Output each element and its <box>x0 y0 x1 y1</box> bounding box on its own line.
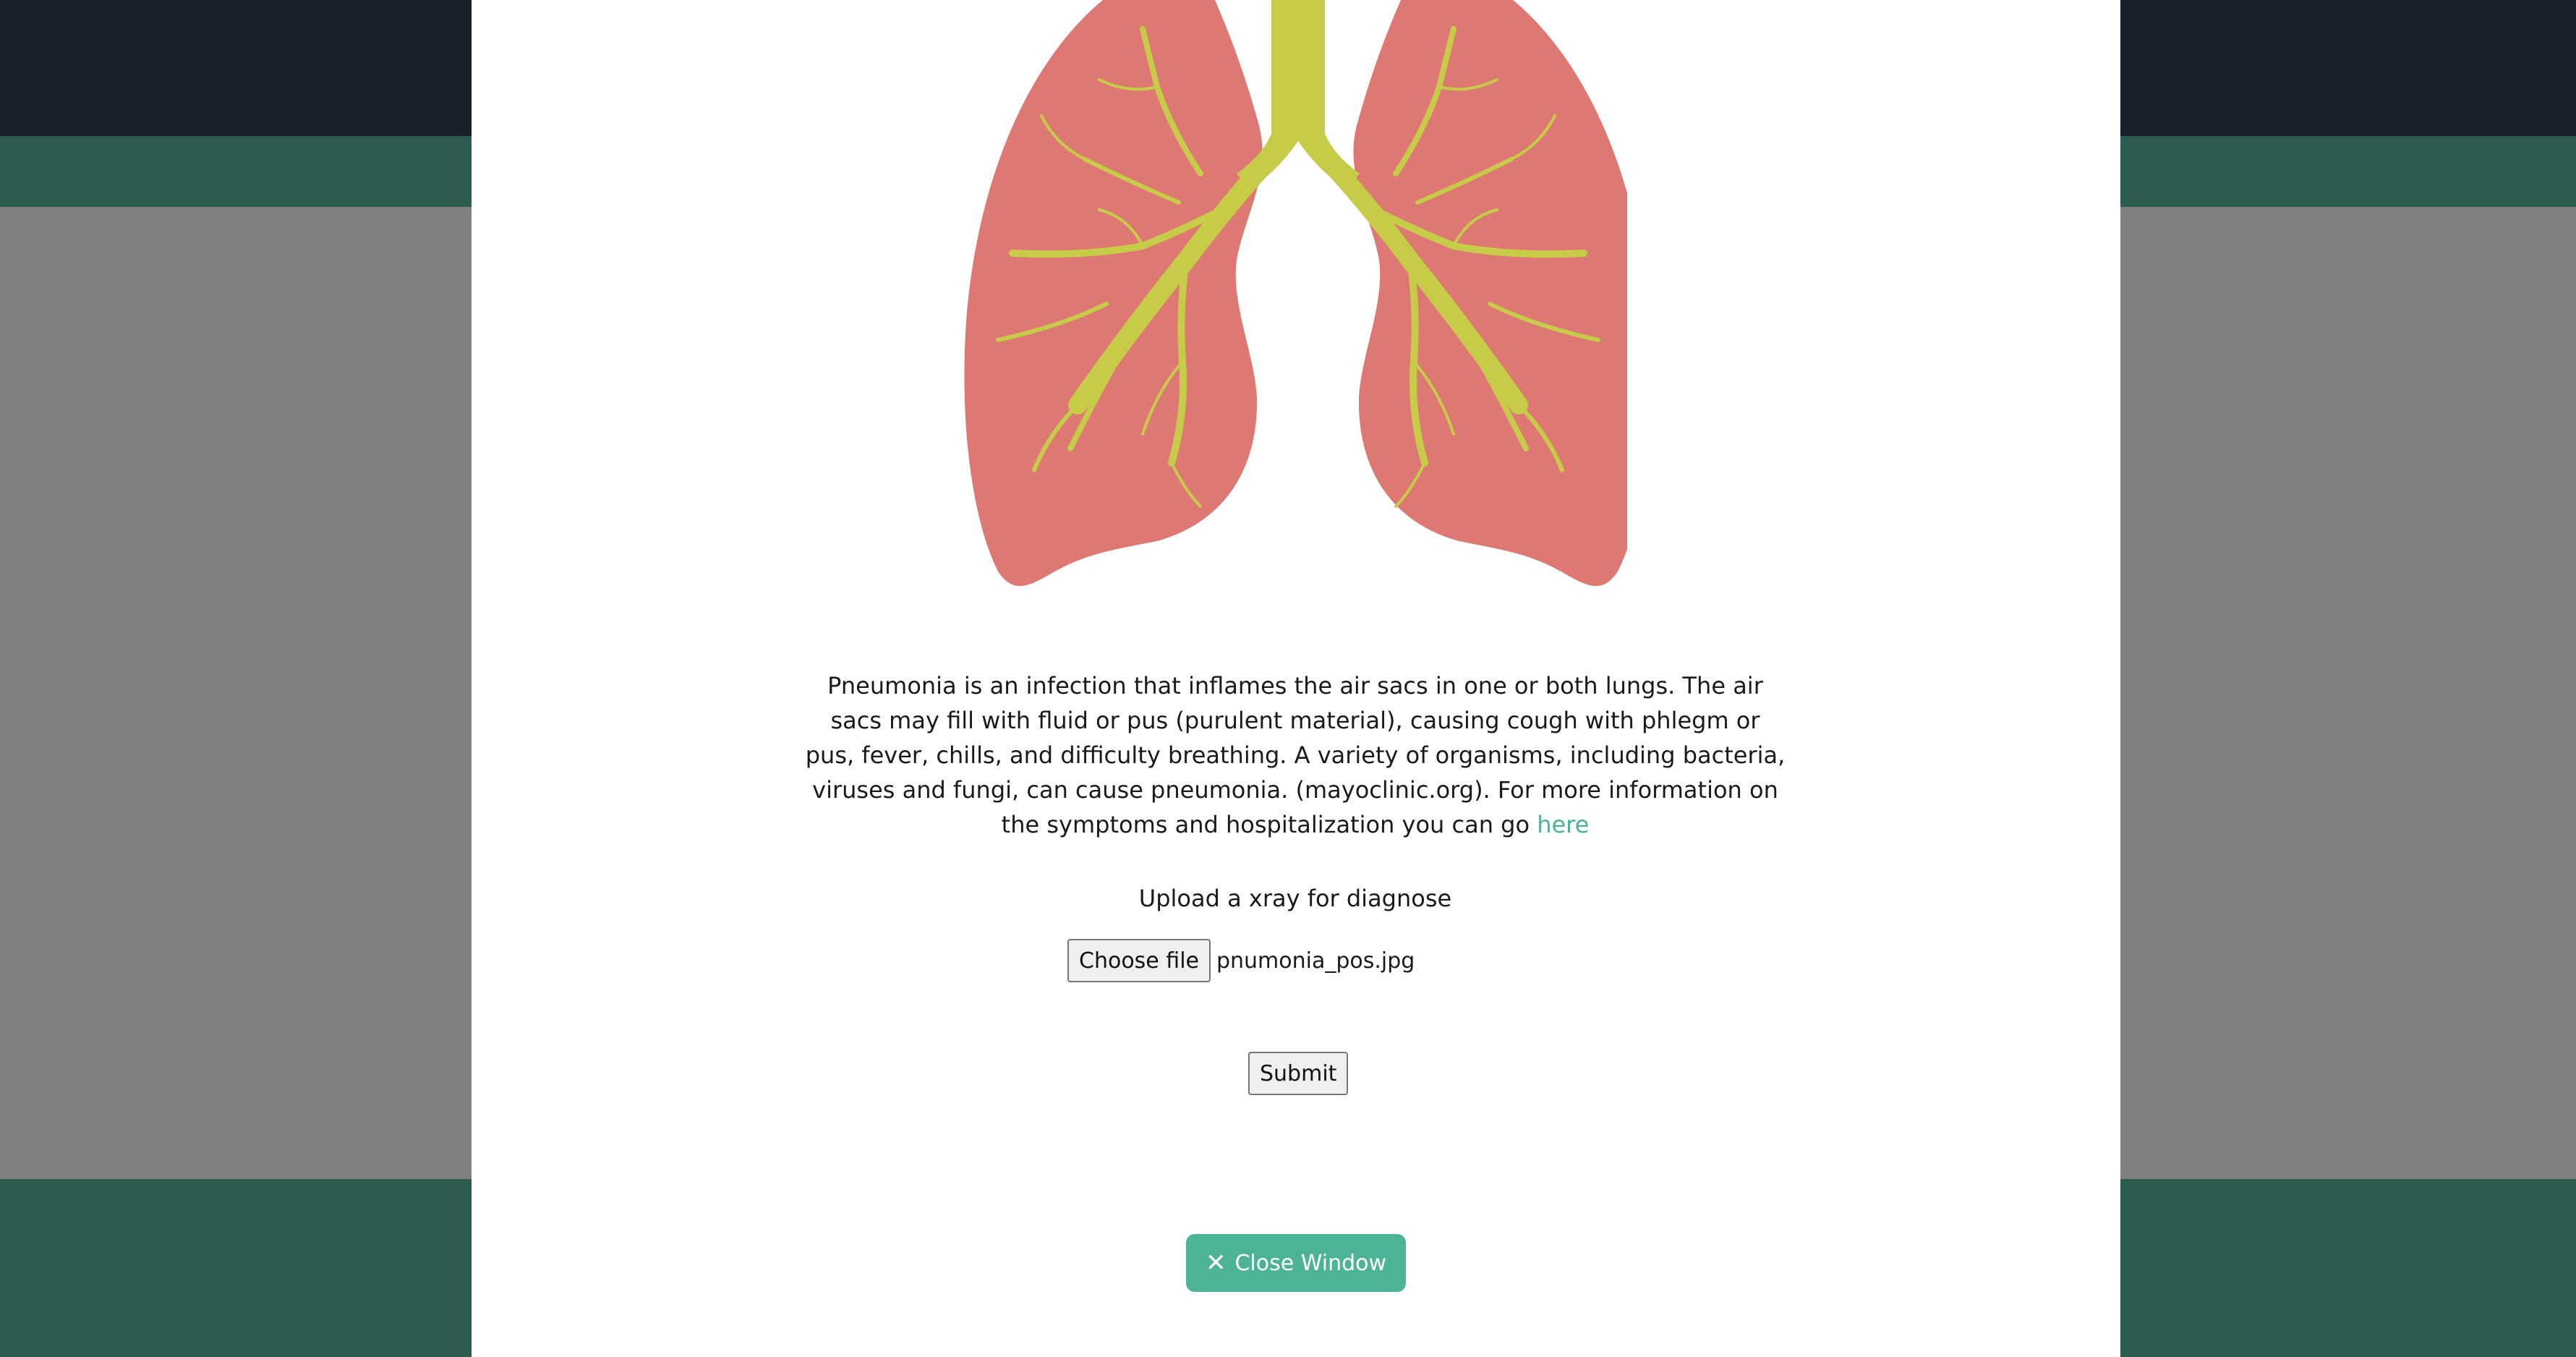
description-text: Pneumonia is an infection that inflames … <box>805 672 1786 838</box>
left-lung <box>964 0 1263 587</box>
pneumonia-description: Pneumonia is an infection that inflames … <box>803 668 1788 842</box>
close-icon: ✕ <box>1205 1248 1227 1277</box>
lungs-illustration <box>964 0 1627 587</box>
more-info-link[interactable]: here <box>1537 811 1589 838</box>
page: Pneumonia is an infection that inflames … <box>0 0 2576 1357</box>
choose-file-button[interactable]: Choose file <box>1067 939 1211 982</box>
selected-file-name: pnumonia_pos.jpg <box>1216 948 1415 974</box>
close-window-button[interactable]: ✕ Close Window <box>1186 1234 1406 1292</box>
submit-button[interactable]: Submit <box>1248 1052 1349 1095</box>
right-lung <box>1353 0 1627 587</box>
close-window-label: Close Window <box>1234 1250 1387 1276</box>
upload-label: Upload a xray for diagnose <box>1138 885 1452 912</box>
file-input[interactable]: Choose file pnumonia_pos.jpg <box>1067 939 1415 982</box>
